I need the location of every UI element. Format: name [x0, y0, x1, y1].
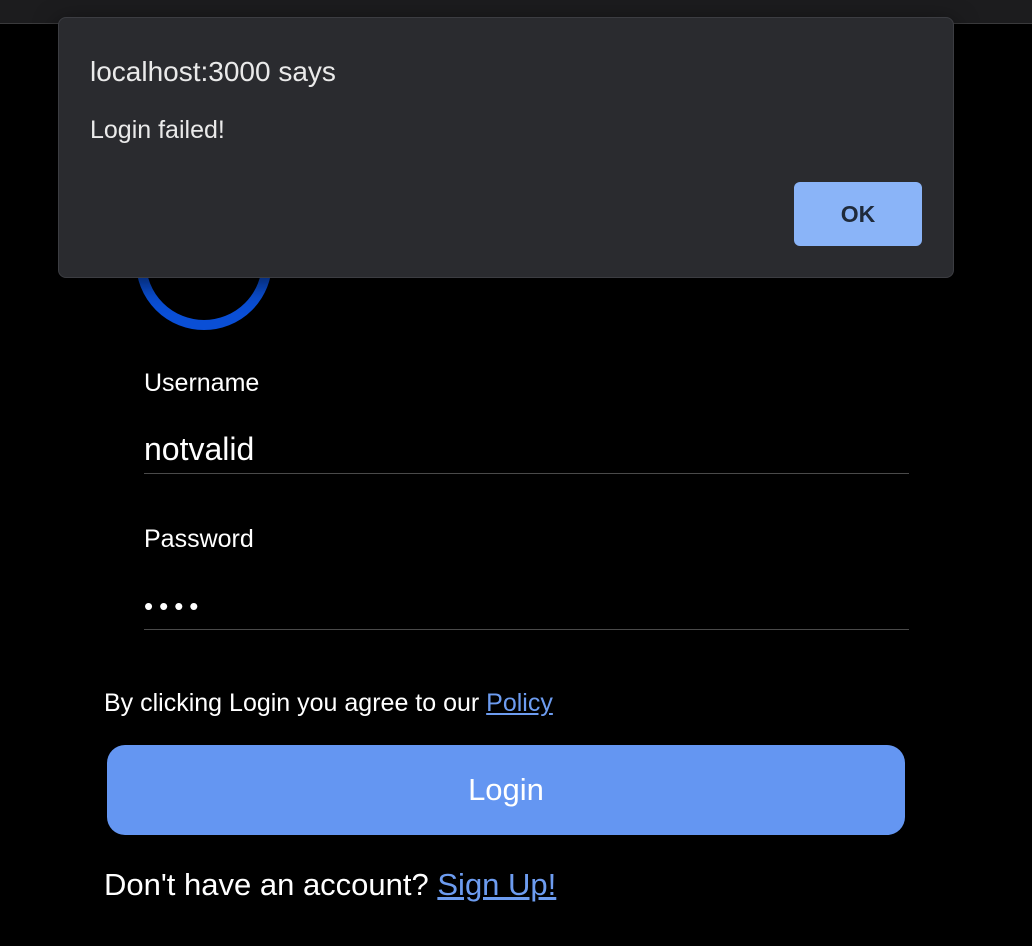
username-label: Username — [144, 369, 260, 397]
login-button[interactable]: Login — [107, 745, 905, 835]
policy-text: By clicking Login you agree to our Polic… — [104, 689, 553, 718]
dialog-ok-button[interactable]: OK — [794, 182, 922, 246]
signup-link[interactable]: Sign Up! — [437, 867, 556, 902]
password-label: Password — [144, 525, 254, 553]
password-input[interactable]: •••• — [144, 582, 909, 630]
alert-dialog: localhost:3000 says Login failed! OK — [58, 17, 954, 278]
username-input[interactable] — [144, 426, 909, 474]
dialog-message: Login failed! — [90, 116, 225, 144]
dialog-title: localhost:3000 says — [90, 56, 336, 87]
signup-text: Don't have an account? Sign Up! — [104, 867, 556, 903]
policy-link[interactable]: Policy — [486, 689, 553, 717]
signup-prefix: Don't have an account? — [104, 867, 438, 902]
policy-prefix: By clicking Login you agree to our — [104, 689, 487, 717]
